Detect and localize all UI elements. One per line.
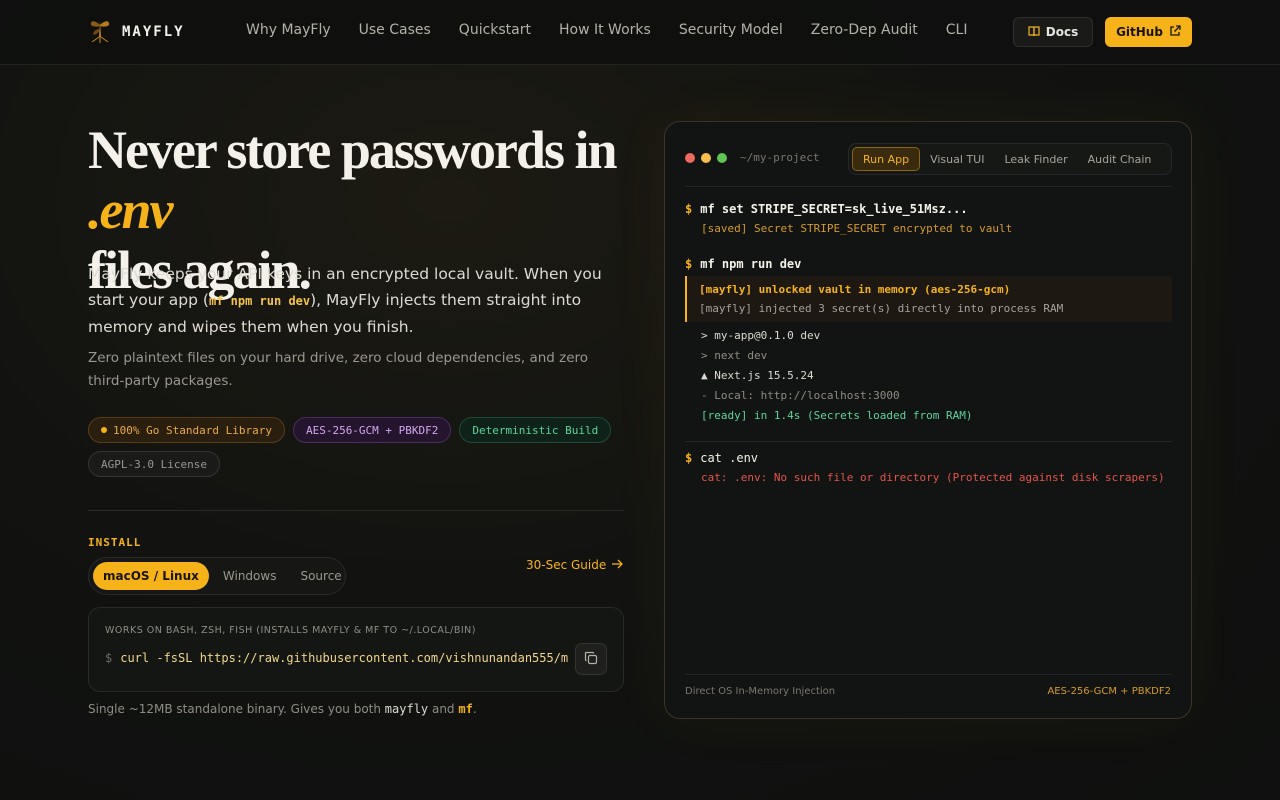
hero-description: MayFly keeps your API keys in an encrypt… [88, 261, 608, 340]
install-foot-and: and [428, 702, 459, 716]
terminal-header: ~/my-project Run App Visual TUI Leak Fin… [685, 143, 1172, 175]
nav-links: Why MayFly Use Cases Quickstart How It W… [246, 22, 968, 38]
book-icon [1028, 25, 1040, 40]
status-dot-icon [101, 427, 107, 433]
brand-name: MAYFLY [122, 24, 185, 40]
terminal-command: $ mf npm run dev [685, 254, 1172, 274]
badge-license: AGPL-3.0 License [88, 451, 220, 477]
terminal-output-line: - Local: http://localhost:3000 [701, 389, 900, 402]
brand-logo[interactable]: MAYFLY [88, 18, 185, 46]
install-label: INSTALL [88, 536, 142, 549]
terminal-output-line: ▲ Next.js 15.5.24 [701, 369, 814, 382]
install-command-box: WORKS ON BASH, ZSH, FISH (INSTALLS MAYFL… [88, 607, 624, 692]
shell-prompt: $ [105, 651, 113, 665]
tab-visual-tui[interactable]: Visual TUI [920, 147, 994, 171]
nav-link-cli[interactable]: CLI [946, 22, 968, 38]
maximize-dot-icon [717, 153, 727, 163]
hero-subtext: Zero plaintext files on your hard drive,… [88, 350, 589, 389]
minimize-dot-icon [701, 153, 711, 163]
window-controls [685, 153, 727, 163]
terminal-prompt: $ [685, 451, 693, 465]
install-foot-text: Single ~12MB standalone binary. Gives yo… [88, 702, 385, 716]
tab-leak-finder[interactable]: Leak Finder [994, 147, 1077, 171]
nav-link-use-cases[interactable]: Use Cases [359, 22, 431, 38]
docs-button[interactable]: Docs [1013, 17, 1093, 47]
mayfly-icon [88, 17, 112, 47]
terminal-command: $ cat .env [685, 448, 1172, 468]
badge-label: 100% Go Standard Library [113, 423, 272, 437]
install-os-tabs: macOS / Linux Windows Source [88, 557, 346, 595]
vault-log-line: [mayfly] injected 3 secret(s) directly i… [699, 302, 1064, 315]
terminal-error-line: cat: .env: No such file or directory (Pr… [701, 471, 1165, 484]
demo-terminal: ~/my-project Run App Visual TUI Leak Fin… [664, 121, 1192, 719]
external-link-icon [1169, 24, 1181, 40]
github-label: GitHub [1116, 25, 1163, 39]
copy-icon [584, 650, 598, 669]
nav-link-how-it-works[interactable]: How It Works [559, 22, 651, 38]
terminal-output-line: [ready] in 1.4s (Secrets loaded from RAM… [701, 409, 973, 422]
terminal-divider [685, 186, 1172, 187]
hero-desc-code: mf npm run dev [208, 294, 311, 308]
binary-name-mayfly: mayfly [384, 702, 429, 716]
badge-deterministic: Deterministic Build [459, 417, 612, 443]
guide-link[interactable]: 30-Sec Guide [526, 557, 624, 573]
command-text: cat .env [700, 451, 759, 465]
feature-badges: 100% Go Standard Library AES-256-GCM + P… [88, 417, 628, 477]
install-footnote: Single ~12MB standalone binary. Gives yo… [88, 702, 477, 716]
terminal-footer-left: Direct OS In-Memory Injection [685, 686, 836, 697]
terminal-output-line: > next dev [701, 349, 768, 362]
terminal-tabs: Run App Visual TUI Leak Finder Audit Cha… [848, 143, 1172, 175]
tab-macos-linux[interactable]: macOS / Linux [93, 562, 209, 590]
nav-link-why-mayfly[interactable]: Why MayFly [246, 22, 331, 38]
nav-link-security-model[interactable]: Security Model [679, 22, 783, 38]
tab-windows[interactable]: Windows [213, 562, 287, 590]
vault-log-block: [mayfly] unlocked vault in memory (aes-2… [685, 276, 1172, 322]
copy-button[interactable] [575, 643, 607, 675]
tab-audit-chain[interactable]: Audit Chain [1078, 147, 1162, 171]
vault-log-line: [mayfly] unlocked vault in memory (aes-2… [699, 283, 1011, 296]
github-button[interactable]: GitHub [1105, 17, 1192, 47]
terminal-output-line: > my-app@0.1.0 dev [701, 329, 821, 342]
arrow-right-icon [611, 558, 624, 573]
terminal-prompt: $ [685, 202, 693, 216]
binary-name-mf: mf [458, 702, 473, 716]
guide-label: 30-Sec Guide [526, 558, 607, 572]
command-text: mf npm run dev [700, 257, 802, 271]
install-note: WORKS ON BASH, ZSH, FISH (INSTALLS MAYFL… [105, 625, 476, 636]
hero-title-part1: Never store passwords in [88, 120, 617, 180]
nav-link-quickstart[interactable]: Quickstart [459, 22, 531, 38]
close-dot-icon [685, 153, 695, 163]
terminal-footer-right: AES-256-GCM + PBKDF2 [1047, 686, 1171, 697]
tab-run-app[interactable]: Run App [852, 147, 921, 171]
terminal-output: $ mf set STRIPE_SECRET=sk_live_51Msz... [… [685, 199, 1172, 488]
docs-label: Docs [1045, 25, 1079, 39]
terminal-output-line: [saved] Secret STRIPE_SECRET encrypted t… [701, 222, 1013, 235]
install-foot-end: . [472, 702, 477, 716]
section-divider [88, 510, 624, 511]
terminal-prompt: $ [685, 257, 693, 271]
terminal-path: ~/my-project [740, 151, 820, 164]
terminal-command: $ mf set STRIPE_SECRET=sk_live_51Msz... [685, 199, 1172, 219]
install-command[interactable]: $ curl -fsSL https://raw.githubuserconten… [105, 651, 569, 665]
terminal-footer-divider [685, 674, 1172, 675]
badge-go-stdlib: 100% Go Standard Library [88, 417, 285, 443]
tab-source[interactable]: Source [290, 562, 351, 590]
command-text: mf set STRIPE_SECRET=sk_live_51Msz... [700, 202, 968, 216]
top-nav: MAYFLY Why MayFly Use Cases Quickstart H… [0, 0, 1280, 65]
nav-link-zero-dep-audit[interactable]: Zero-Dep Audit [811, 22, 918, 38]
badge-encryption: AES-256-GCM + PBKDF2 [292, 417, 452, 443]
hero-title-accent: .env [88, 180, 173, 240]
terminal-divider [685, 441, 1172, 442]
install-command-text: curl -fsSL https://raw.githubusercontent… [120, 651, 569, 665]
